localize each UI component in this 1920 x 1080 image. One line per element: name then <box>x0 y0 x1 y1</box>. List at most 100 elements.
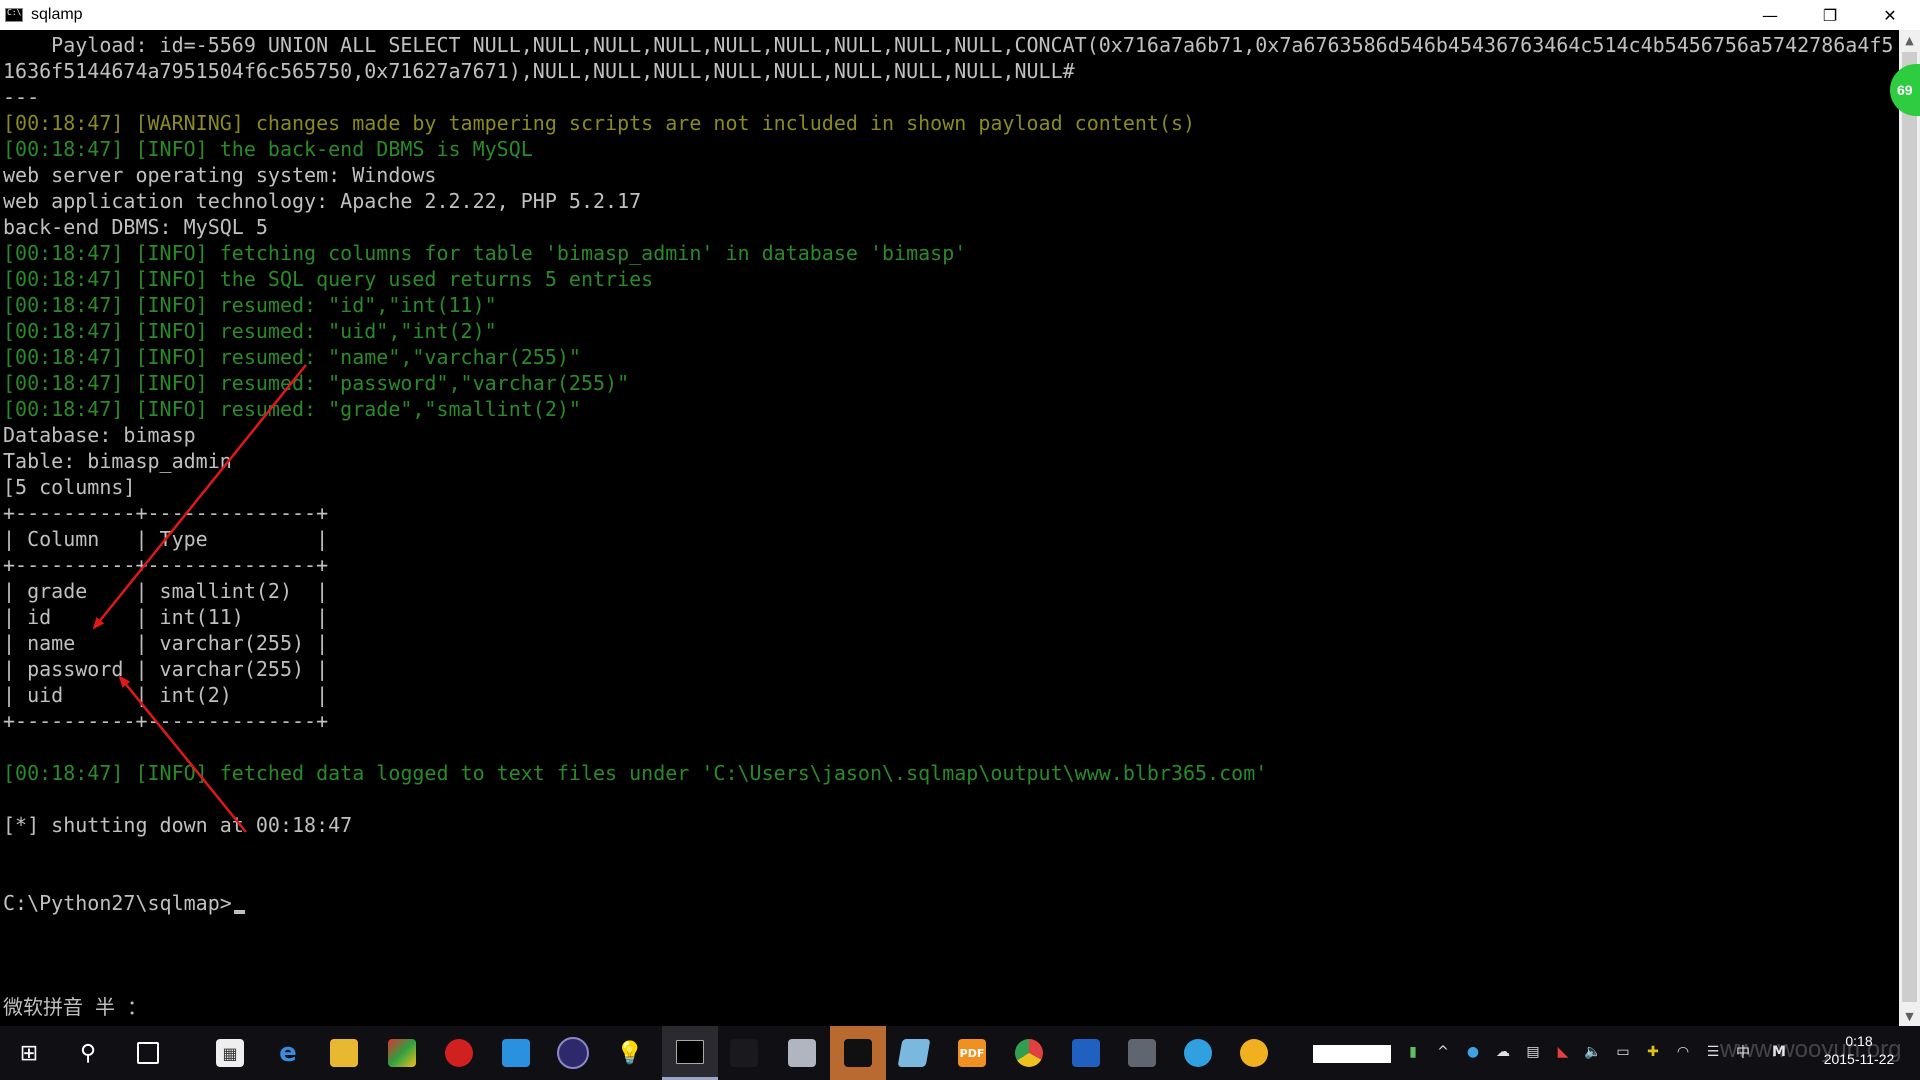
taskbar-app-notes[interactable] <box>890 1026 938 1080</box>
vertical-scrollbar[interactable]: ▲ ▼ <box>1899 30 1920 1026</box>
console-line: Table: bimasp_admin <box>3 449 232 473</box>
console-line: | uid | int(2) | <box>3 683 329 707</box>
console-line: [*] shutting down at 00:18:47 <box>3 813 353 837</box>
taskbar-eclipse[interactable] <box>549 1026 597 1080</box>
task-view-icon <box>137 1042 159 1064</box>
start-button[interactable]: ⊞ <box>5 1026 53 1080</box>
console-line: 微软拼音 半 ： <box>3 995 148 1019</box>
tray-app-icon[interactable]: ● <box>1462 1041 1484 1063</box>
console-line: [00:18:47] [INFO] the SQL query used ret… <box>3 267 654 291</box>
scroll-down-arrow-icon[interactable]: ▼ <box>1899 1006 1920 1026</box>
taskbar-app-blue[interactable] <box>492 1026 540 1080</box>
minimize-button[interactable]: — <box>1740 0 1800 30</box>
taskbar-cmd[interactable] <box>662 1026 718 1080</box>
scrollbar-thumb[interactable] <box>1902 52 1917 1002</box>
console-line: 1636f5144674a7951504f6c565750,0x71627a76… <box>3 59 1075 83</box>
tray-input-box[interactable] <box>1313 1045 1391 1063</box>
window-title: sqlamp <box>31 6 83 23</box>
console-line: | grade | smallint(2) | <box>3 579 329 603</box>
taskbar-app-chrome[interactable] <box>1005 1026 1053 1080</box>
lightbulb-icon: 💡 <box>616 1040 644 1066</box>
taskbar-app-person[interactable] <box>1230 1026 1278 1080</box>
close-button[interactable]: ✕ <box>1860 0 1920 30</box>
console-line: [00:18:47] [INFO] resumed: "id","int(11)… <box>3 293 497 317</box>
console-line: Database: bimasp <box>3 423 196 447</box>
console-line: [00:18:47] [INFO] the back-end DBMS is M… <box>3 137 533 161</box>
console-line: [00:18:47] [INFO] resumed: "password","v… <box>3 371 630 395</box>
console-line: [00:18:47] [INFO] resumed: "grade","smal… <box>3 397 581 421</box>
wifi-icon[interactable]: ◠ <box>1672 1041 1694 1063</box>
console-line: Payload: id=-5569 UNION ALL SELECT NULL,… <box>3 33 1894 57</box>
console-line: +----------+--------------+ <box>3 501 329 525</box>
console-line: [00:18:47] [INFO] fetching columns for t… <box>3 241 967 265</box>
window-controls: — ❐ ✕ <box>1740 0 1920 30</box>
folder-icon <box>330 1039 358 1067</box>
network-app-icon <box>1072 1039 1100 1067</box>
taskbar-file-explorer[interactable] <box>320 1026 368 1080</box>
watermark-text: www.wooyun.org <box>1720 1036 1902 1063</box>
restore-button[interactable]: ❐ <box>1800 0 1860 30</box>
show-hidden-icons-icon[interactable]: ^ <box>1432 1041 1454 1063</box>
console-line: [5 columns] <box>3 475 136 499</box>
taskbar: ⊞ ⚲ ▦ e 💡 PDF ▮ ^ ● ☁ ▤ ◣ 🔈 ▭ ✚ ◠ ☰ 中 M … <box>0 1026 1920 1080</box>
scroll-up-arrow-icon[interactable]: ▲ <box>1899 30 1920 50</box>
eclipse-icon <box>557 1037 589 1069</box>
black-app-icon <box>844 1039 872 1067</box>
taskbar-app-dark[interactable] <box>720 1026 768 1080</box>
console-line: web server operating system: Windows <box>3 163 437 187</box>
battery-icon[interactable]: ▭ <box>1612 1041 1634 1063</box>
text-cursor <box>233 910 245 914</box>
tray-red-icon[interactable]: ◣ <box>1552 1041 1574 1063</box>
printer-app-icon <box>788 1039 816 1067</box>
console-line: | password | varchar(255) | <box>3 657 329 681</box>
console-line: [00:18:47] [INFO] fetched data logged to… <box>3 761 1268 785</box>
task-view-button[interactable] <box>124 1026 172 1080</box>
edge-browser-icon: e <box>279 1038 297 1068</box>
tools-app-icon <box>1128 1039 1156 1067</box>
taskbar-bulb-app[interactable]: 💡 <box>606 1026 654 1080</box>
search-button[interactable]: ⚲ <box>64 1026 112 1080</box>
colorful-app-icon <box>388 1039 416 1067</box>
globe-search-icon <box>1184 1039 1212 1067</box>
pdf-icon: PDF <box>958 1039 986 1067</box>
console-line: back-end DBMS: MySQL 5 <box>3 215 268 239</box>
taskbar-app-highlighted[interactable] <box>830 1026 886 1080</box>
search-icon: ⚲ <box>79 1040 97 1066</box>
console-line: [00:18:47] [WARNING] changes made by tam… <box>3 111 1196 135</box>
taskbar-app-colorful[interactable] <box>378 1026 426 1080</box>
console-line: --- <box>3 85 40 109</box>
command-prompt-icon <box>676 1039 704 1064</box>
notes-icon <box>897 1039 931 1067</box>
console-line: [00:18:47] [INFO] resumed: "uid","int(2)… <box>3 319 497 343</box>
blue-app-icon <box>502 1039 530 1067</box>
taskbar-app-tools[interactable] <box>1118 1026 1166 1080</box>
taskbar-app-network[interactable] <box>1062 1026 1110 1080</box>
console-line: [00:18:47] [INFO] resumed: "name","varch… <box>3 345 581 369</box>
tray-yellow-icon[interactable]: ✚ <box>1642 1041 1664 1063</box>
console-line: +----------+--------------+ <box>3 553 329 577</box>
battery-charging-icon[interactable]: ▮ <box>1402 1041 1424 1063</box>
windows-logo-icon: ⊞ <box>19 1040 39 1066</box>
taskbar-app-gray[interactable] <box>778 1026 826 1080</box>
title-bar: sqlamp — ❐ ✕ <box>0 0 1920 30</box>
console-line: web application technology: Apache 2.2.2… <box>3 189 642 213</box>
store-icon: ▦ <box>216 1039 244 1067</box>
volume-icon[interactable]: 🔈 <box>1582 1041 1604 1063</box>
chrome-icon <box>1015 1039 1043 1067</box>
red-circle-app-icon <box>445 1039 473 1067</box>
taskbar-app-search[interactable] <box>1174 1026 1222 1080</box>
keyboard-icon[interactable]: ▤ <box>1522 1041 1544 1063</box>
taskbar-pdf[interactable]: PDF <box>948 1026 996 1080</box>
cloud-icon[interactable]: ☁ <box>1492 1041 1514 1063</box>
taskbar-app-red[interactable] <box>435 1026 483 1080</box>
taskbar-edge[interactable]: e <box>264 1026 312 1080</box>
person-app-icon <box>1240 1039 1268 1067</box>
console-line: | name | varchar(255) | <box>3 631 329 655</box>
cmd-app-icon <box>5 8 23 22</box>
console-line: | Column | Type | <box>3 527 329 551</box>
console-output[interactable]: Payload: id=-5569 UNION ALL SELECT NULL,… <box>0 30 1899 1026</box>
console-line: +----------+--------------+ <box>3 709 329 733</box>
console-line: | id | int(11) | <box>3 605 329 629</box>
taskbar-store[interactable]: ▦ <box>206 1026 254 1080</box>
dark-app-icon <box>730 1039 758 1067</box>
